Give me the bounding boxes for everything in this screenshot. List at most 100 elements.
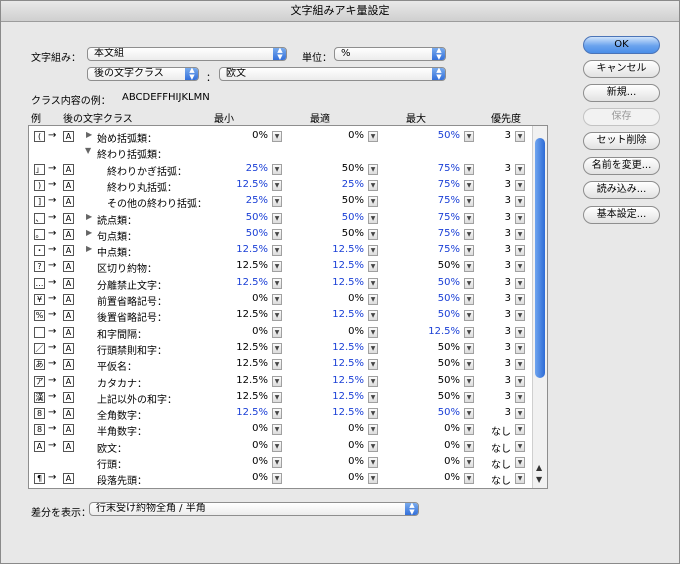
dropdown-arrow-icon[interactable]: ▼ — [515, 408, 525, 420]
max-cell[interactable]: 75% ▼ — [412, 212, 474, 224]
dropdown-arrow-icon[interactable]: ▼ — [515, 359, 525, 371]
dropdown-arrow-icon[interactable]: ▼ — [368, 310, 378, 322]
table-row[interactable]: ¥ → A 前置省略記号： 0% ▼ 0% ▼ 50% ▼ 3 ▼ — [29, 292, 531, 308]
dropdown-arrow-icon[interactable]: ▼ — [368, 359, 378, 371]
dropdown-arrow-icon[interactable]: ▼ — [272, 245, 282, 257]
dropdown-arrow-icon[interactable]: ▼ — [272, 440, 282, 452]
priority-cell[interactable]: 3 ▼ — [473, 375, 525, 387]
dropdown-arrow-icon[interactable]: ▼ — [368, 163, 378, 175]
table-row[interactable]: ／ → A 行頭禁則和字： 12.5% ▼ 12.5% ▼ 50% ▼ 3 ▼ — [29, 341, 531, 357]
dropdown-arrow-icon[interactable]: ▼ — [368, 228, 378, 240]
opt-cell[interactable]: 12.5% ▼ — [316, 391, 378, 403]
dropdown-arrow-icon[interactable]: ▼ — [368, 196, 378, 208]
save-button[interactable]: 保存 — [583, 108, 660, 126]
mojikumi-select[interactable]: 本文組 ▲ ▼ — [87, 47, 287, 61]
dropdown-arrow-icon[interactable]: ▼ — [368, 391, 378, 403]
dropdown-arrow-icon[interactable]: ▼ — [368, 408, 378, 420]
priority-cell[interactable]: 3 ▼ — [473, 195, 525, 208]
table-row[interactable]: ¶ → A 段落先頭： 0% ▼ 0% ▼ 0% ▼ なし ▼ — [29, 471, 531, 487]
dropdown-arrow-icon[interactable]: ▼ — [272, 179, 282, 191]
min-cell[interactable]: 12.5% ▼ — [220, 309, 282, 322]
min-cell[interactable]: 50% ▼ — [220, 228, 282, 240]
table-row[interactable]: → A 和字間隔： 0% ▼ 0% ▼ 12.5% ▼ 3 ▼ — [29, 325, 531, 341]
opt-cell[interactable]: 12.5% ▼ — [316, 244, 378, 257]
new-button[interactable]: 新規... — [583, 84, 660, 102]
table-row[interactable]: % → A 後置省略記号： 12.5% ▼ 12.5% ▼ 50% ▼ 3 ▼ — [29, 308, 531, 324]
table-row[interactable]: … → A 分離禁止文字： 12.5% ▼ 12.5% ▼ 50% ▼ 3 ▼ — [29, 276, 531, 292]
scroll-down-icon[interactable]: ▼ — [536, 475, 542, 484]
dropdown-arrow-icon[interactable]: ▼ — [515, 196, 525, 208]
max-cell[interactable]: 50% ▼ — [412, 277, 474, 289]
opt-cell[interactable]: 25% ▼ — [316, 179, 378, 191]
opt-cell[interactable]: 12.5% ▼ — [316, 309, 378, 322]
opt-cell[interactable]: 50% ▼ — [316, 228, 378, 240]
table-row[interactable]: ? → A 区切り約物： 12.5% ▼ 12.5% ▼ 50% ▼ 3 ▼ — [29, 259, 531, 275]
max-cell[interactable]: 75% ▼ — [412, 244, 474, 257]
max-cell[interactable]: 50% ▼ — [412, 358, 474, 371]
max-cell[interactable]: 50% ▼ — [412, 130, 474, 142]
disclosure-closed-icon[interactable]: ▶ — [86, 228, 92, 237]
min-cell[interactable]: 0% ▼ — [220, 326, 282, 338]
min-cell[interactable]: 0% ▼ — [220, 472, 282, 485]
priority-cell[interactable]: 3 ▼ — [473, 342, 525, 354]
opt-cell[interactable]: 50% ▼ — [316, 212, 378, 224]
priority-cell[interactable]: 3 ▼ — [473, 163, 525, 175]
table-row[interactable]: 」 → A 終わりかぎ括弧： 25% ▼ 50% ▼ 75% ▼ 3 ▼ — [29, 162, 531, 178]
opt-cell[interactable]: 12.5% ▼ — [316, 407, 378, 420]
table-row[interactable]: 8 → A 全角数字： 12.5% ▼ 12.5% ▼ 50% ▼ 3 ▼ — [29, 406, 531, 422]
dropdown-arrow-icon[interactable]: ▼ — [515, 131, 525, 142]
max-cell[interactable]: 12.5% ▼ — [412, 326, 474, 338]
dropdown-arrow-icon[interactable]: ▼ — [368, 261, 378, 273]
min-cell[interactable]: 12.5% ▼ — [220, 342, 282, 354]
dropdown-arrow-icon[interactable]: ▼ — [272, 277, 282, 289]
priority-cell[interactable]: 3 ▼ — [473, 277, 525, 289]
table-row[interactable]: ▼ 終わり括弧類： — [29, 145, 531, 161]
opt-cell[interactable]: 0% ▼ — [316, 456, 378, 468]
table-row[interactable]: ・ → A ▶ 中点類： 12.5% ▼ 12.5% ▼ 75% ▼ 3 ▼ — [29, 243, 531, 259]
min-cell[interactable]: 25% ▼ — [220, 163, 282, 175]
dropdown-arrow-icon[interactable]: ▼ — [515, 261, 525, 273]
priority-cell[interactable]: なし ▼ — [473, 456, 525, 471]
dropdown-arrow-icon[interactable]: ▼ — [515, 228, 525, 240]
dropdown-arrow-icon[interactable]: ▼ — [368, 342, 378, 354]
dropdown-arrow-icon[interactable]: ▼ — [515, 424, 525, 436]
dropdown-arrow-icon[interactable]: ▼ — [515, 375, 525, 387]
min-cell[interactable]: 0% ▼ — [220, 293, 282, 305]
ok-button[interactable]: OK — [583, 36, 660, 54]
opt-cell[interactable]: 12.5% ▼ — [316, 260, 378, 273]
dropdown-arrow-icon[interactable]: ▼ — [368, 424, 378, 436]
disclosure-closed-icon[interactable]: ▶ — [86, 130, 92, 139]
disclosure-open-icon[interactable]: ▼ — [85, 146, 91, 155]
dropdown-arrow-icon[interactable]: ▼ — [368, 326, 378, 338]
max-cell[interactable]: 75% ▼ — [412, 179, 474, 191]
table-row[interactable]: 。 → A ▶ 句点類： 50% ▼ 50% ▼ 75% ▼ 3 ▼ — [29, 227, 531, 243]
max-cell[interactable]: 0% ▼ — [412, 456, 474, 468]
dropdown-arrow-icon[interactable]: ▼ — [272, 131, 282, 142]
dropdown-arrow-icon[interactable]: ▼ — [272, 375, 282, 387]
priority-cell[interactable]: 3 ▼ — [473, 244, 525, 257]
max-cell[interactable]: 75% ▼ — [412, 163, 474, 175]
opt-cell[interactable]: 50% ▼ — [316, 195, 378, 208]
priority-cell[interactable]: 3 ▼ — [473, 326, 525, 338]
dropdown-arrow-icon[interactable]: ▼ — [368, 457, 378, 468]
dropdown-arrow-icon[interactable]: ▼ — [272, 473, 282, 485]
opt-cell[interactable]: 0% ▼ — [316, 423, 378, 436]
dropdown-arrow-icon[interactable]: ▼ — [272, 310, 282, 322]
dropdown-arrow-icon[interactable]: ▼ — [515, 440, 525, 452]
opt-cell[interactable]: 0% ▼ — [316, 472, 378, 485]
min-cell[interactable]: 0% ▼ — [220, 423, 282, 436]
opt-cell[interactable]: 0% ▼ — [316, 293, 378, 305]
min-cell[interactable]: 12.5% ▼ — [220, 391, 282, 403]
min-cell[interactable]: 12.5% ▼ — [220, 407, 282, 420]
dropdown-arrow-icon[interactable]: ▼ — [515, 326, 525, 338]
priority-cell[interactable]: 3 ▼ — [473, 212, 525, 224]
dropdown-arrow-icon[interactable]: ▼ — [368, 473, 378, 485]
priority-cell[interactable]: 3 ▼ — [473, 130, 525, 142]
disclosure-closed-icon[interactable]: ▶ — [86, 244, 92, 253]
basic-settings-button[interactable]: 基本設定... — [583, 206, 660, 224]
table-row[interactable]: 行頭： 0% ▼ 0% ▼ 0% ▼ なし ▼ — [29, 455, 531, 471]
table-row[interactable]: ] → A その他の終わり括弧： 25% ▼ 50% ▼ 75% ▼ 3 ▼ — [29, 194, 531, 210]
dropdown-arrow-icon[interactable]: ▼ — [272, 228, 282, 240]
scroll-up-icon[interactable]: ▲ — [536, 463, 542, 472]
max-cell[interactable]: 0% ▼ — [412, 440, 474, 452]
